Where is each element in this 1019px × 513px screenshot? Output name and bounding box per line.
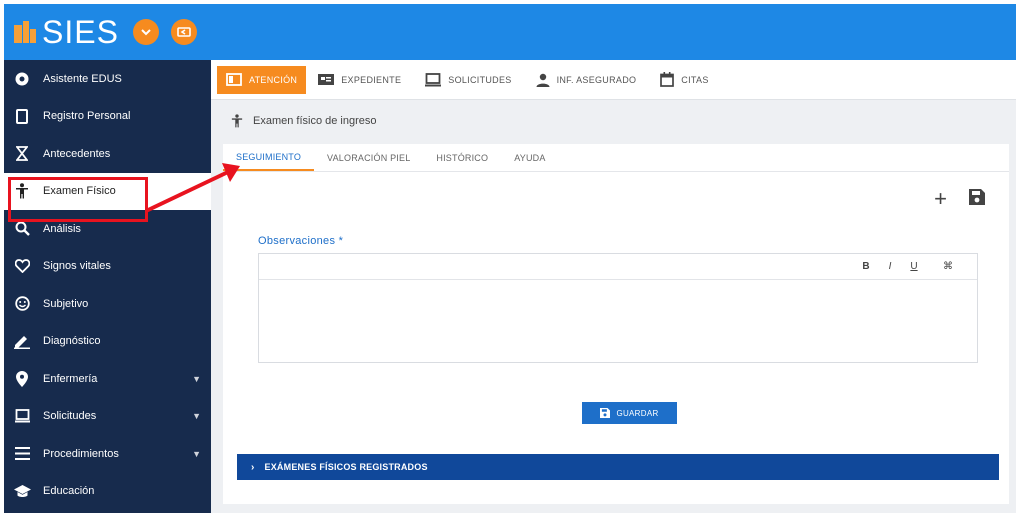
sidebar-item-label: Antecedentes (43, 147, 111, 160)
calendar-icon (660, 72, 675, 87)
tab-inf-asegurado[interactable]: INF. ASEGURADO (524, 60, 649, 99)
sidebar-item-label: Signos vitales (43, 260, 111, 273)
app-title: SIES (42, 13, 119, 50)
heart-icon (13, 257, 31, 275)
chevron-down-icon: ▼ (192, 411, 201, 422)
chevron-right-icon: › (251, 461, 255, 473)
tab-historico[interactable]: HISTÓRICO (423, 144, 501, 171)
logo-icon (14, 21, 36, 43)
user-icon (536, 73, 550, 87)
chevron-down-icon: ▼ (192, 448, 201, 459)
sidebar: Asistente EDUS Registro Personal Anteced… (4, 60, 211, 513)
sidebar-item-label: Análisis (43, 222, 81, 235)
tab-label: CITAS (681, 74, 709, 85)
sidebar-item-label: Procedimientos (43, 447, 119, 460)
laptop-icon (13, 407, 31, 425)
observaciones-editor[interactable]: B I U ⌘ (258, 253, 978, 363)
smiley-icon (13, 295, 31, 313)
sidebar-item-subjetivo[interactable]: Subjetivo (4, 285, 211, 323)
tab-expediente[interactable]: EXPEDIENTE (306, 60, 413, 99)
add-icon[interactable]: + (934, 188, 947, 210)
tab-valoracion-piel[interactable]: VALORACIÓN PIEL (314, 144, 423, 171)
tab-label: INF. ASEGURADO (556, 74, 637, 85)
tab-label: SOLICITUDES (448, 74, 512, 85)
sidebar-item-asistente-edus[interactable]: Asistente EDUS (4, 60, 211, 98)
top-header: SIES (4, 4, 1016, 60)
examenes-registrados-panel[interactable]: › EXÁMENES FÍSICOS REGISTRADOS (237, 454, 999, 480)
sidebar-item-procedimientos[interactable]: Procedimientos ▼ (4, 435, 211, 473)
tablet-icon (13, 107, 31, 125)
app-logo: SIES (14, 4, 119, 60)
save-icon (600, 408, 611, 418)
breadcrumb: Examen físico de ingreso (231, 114, 377, 128)
pencil-icon (13, 332, 31, 350)
sidebar-item-educacion[interactable]: Educación (4, 473, 211, 511)
tab-atencion[interactable]: ATENCIÓN (217, 65, 307, 94)
arrow-back-icon (177, 27, 191, 37)
main-tab-bar: ATENCIÓN EXPEDIENTE SOLICITUDES INF. ASE… (211, 60, 1016, 100)
form-card: SEGUIMIENTO VALORACIÓN PIEL HISTÓRICO AY… (223, 144, 1009, 504)
chevron-down-icon: ▼ (192, 373, 201, 384)
sidebar-item-label: Asistente EDUS (43, 72, 122, 85)
sidebar-item-label: Subjetivo (43, 297, 89, 310)
underline-button[interactable]: U (909, 261, 919, 272)
sidebar-item-label: Educación (43, 485, 95, 498)
sidebar-item-enfermeria[interactable]: Enfermería ▼ (4, 360, 211, 398)
zoom-icon (13, 220, 31, 238)
sidebar-item-label: Diagnóstico (43, 335, 101, 348)
person-icon (231, 114, 243, 128)
graduation-icon (13, 482, 31, 500)
annotation-highlight-box (8, 177, 148, 222)
bold-button[interactable]: B (861, 261, 871, 272)
folder-icon (318, 73, 335, 86)
breadcrumb-label: Examen físico de ingreso (253, 115, 377, 127)
sidebar-item-diagnostico[interactable]: Diagnóstico (4, 323, 211, 361)
chevron-down-icon (141, 29, 151, 36)
list-icon (13, 445, 31, 463)
tab-ayuda[interactable]: AYUDA (501, 144, 558, 171)
card-icon (226, 73, 242, 86)
observaciones-label: Observaciones * (258, 235, 344, 247)
sidebar-item-signos-vitales[interactable]: Signos vitales (4, 248, 211, 286)
tab-citas[interactable]: CITAS (648, 60, 720, 99)
gear-icon (13, 70, 31, 88)
sidebar-item-label: Registro Personal (43, 110, 131, 123)
back-button[interactable] (170, 19, 197, 45)
tab-solicitudes[interactable]: SOLICITUDES (413, 60, 523, 99)
sidebar-item-label: Enfermería (43, 372, 98, 385)
menu-toggle-button[interactable] (132, 19, 159, 45)
sidebar-item-registro-personal[interactable]: Registro Personal (4, 98, 211, 136)
sidebar-item-antecedentes[interactable]: Antecedentes (4, 135, 211, 173)
clear-format-button[interactable]: ⌘ (943, 261, 953, 272)
tab-label: EXPEDIENTE (341, 74, 402, 85)
location-icon (13, 370, 31, 388)
main-content: ATENCIÓN EXPEDIENTE SOLICITUDES INF. ASE… (211, 60, 1016, 513)
sidebar-item-solicitudes[interactable]: Solicitudes ▼ (4, 398, 211, 436)
card-toolbar: + (934, 188, 985, 210)
panel-label: EXÁMENES FÍSICOS REGISTRADOS (264, 462, 428, 472)
save-button[interactable]: GUARDAR (582, 402, 677, 424)
editor-toolbar: B I U ⌘ (259, 254, 977, 280)
save-button-label: GUARDAR (616, 408, 659, 418)
editor-body[interactable] (259, 280, 977, 362)
hourglass-icon (13, 145, 31, 163)
tab-label: ATENCIÓN (249, 74, 298, 85)
laptop-icon (425, 72, 442, 87)
sub-tab-bar: SEGUIMIENTO VALORACIÓN PIEL HISTÓRICO AY… (223, 144, 1009, 172)
italic-button[interactable]: I (885, 261, 895, 272)
tab-seguimiento[interactable]: SEGUIMIENTO (223, 144, 315, 171)
save-icon[interactable] (969, 188, 985, 210)
sidebar-item-label: Solicitudes (43, 410, 97, 423)
